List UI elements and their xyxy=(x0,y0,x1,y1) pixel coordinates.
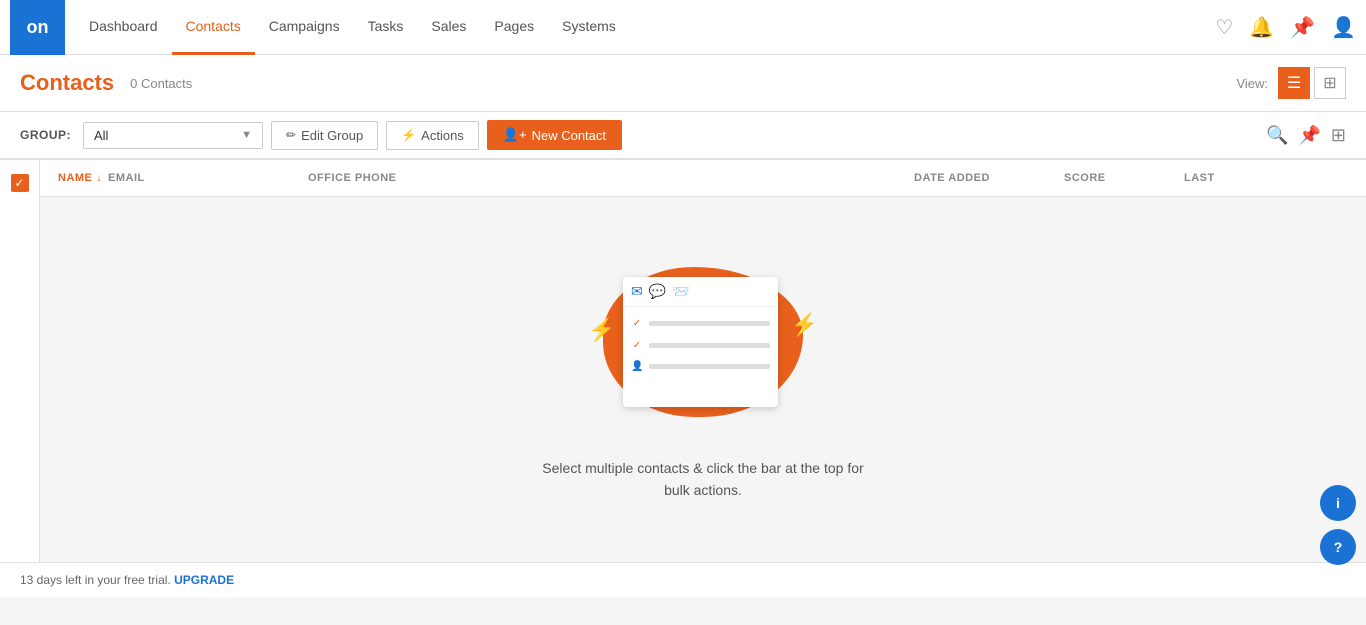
page-header: Contacts 0 Contacts View: ☰ ⊞ xyxy=(0,55,1366,112)
help-icon: ? xyxy=(1334,539,1343,555)
page-title: Contacts xyxy=(20,70,114,96)
col-email: EMAIL xyxy=(100,160,300,196)
trial-text: 13 days left in your free trial. xyxy=(20,573,171,587)
group-select-value: All xyxy=(94,128,108,143)
nav-pages[interactable]: Pages xyxy=(480,0,548,55)
view-toggle: View: ☰ ⊞ xyxy=(1236,67,1346,99)
bell-icon[interactable]: 🔔 xyxy=(1249,15,1274,40)
search-icon[interactable]: 🔍 xyxy=(1266,125,1288,146)
app-logo[interactable]: on xyxy=(10,0,65,55)
columns-icon[interactable]: ⊞ xyxy=(1331,125,1346,146)
nav-contacts[interactable]: Contacts xyxy=(172,0,255,55)
chevron-down-icon: ▼ xyxy=(241,129,252,141)
nav-campaigns[interactable]: Campaigns xyxy=(255,0,354,55)
card-person-icon: 👤 xyxy=(631,361,643,372)
card-row-1: ✓ xyxy=(631,317,770,329)
page-header-left: Contacts 0 Contacts xyxy=(20,70,192,96)
view-label: View: xyxy=(1236,76,1268,91)
contact-card-illustration: ✉ 💬 📨 ✓ ✓ 👤 xyxy=(623,277,778,407)
pencil-icon: ✏ xyxy=(286,128,296,142)
checkbox-sidebar: ✓ xyxy=(0,160,40,562)
col-name[interactable]: NAME ↓ xyxy=(50,160,100,196)
view-grid-button[interactable]: ⊞ xyxy=(1314,67,1346,99)
select-all-checkbox[interactable]: ✓ xyxy=(11,174,29,192)
empty-state: ⚡ ⚡ ✉ 💬 📨 ✓ ✓ xyxy=(40,197,1366,562)
col-score: SCORE xyxy=(1056,160,1176,196)
toolbar-right: 🔍 📌 ⊞ xyxy=(1266,125,1346,146)
card-line-1 xyxy=(649,321,770,326)
lightning-right-icon: ⚡ xyxy=(791,312,818,338)
card-header: ✉ 💬 📨 xyxy=(623,277,778,307)
info-icon: i xyxy=(1336,495,1340,511)
nav-dashboard[interactable]: Dashboard xyxy=(75,0,172,55)
bottom-bar: 13 days left in your free trial. UPGRADE xyxy=(0,562,1366,597)
filter-pin-icon[interactable]: 📌 xyxy=(1298,125,1320,146)
table-header: NAME ↓ EMAIL OFFICE PHONE DATE ADDED SCO… xyxy=(40,160,1366,197)
grid-view-icon: ⊞ xyxy=(1323,73,1336,93)
card-check-1: ✓ xyxy=(631,317,643,329)
card-row-2: ✓ xyxy=(631,339,770,351)
new-contact-button[interactable]: 👤+ New Contact xyxy=(487,120,622,150)
user-avatar-icon[interactable]: 👤 xyxy=(1331,15,1356,40)
info-fab-button[interactable]: i xyxy=(1320,485,1356,521)
floating-buttons: i ? xyxy=(1320,485,1356,565)
heart-icon[interactable]: ♡ xyxy=(1215,15,1233,40)
contacts-count: 0 Contacts xyxy=(130,76,192,91)
card-check-2: ✓ xyxy=(631,339,643,351)
pin-icon[interactable]: 📌 xyxy=(1290,15,1315,40)
col-name-label: NAME xyxy=(58,172,92,184)
nav-tasks[interactable]: Tasks xyxy=(354,0,418,55)
nav-right-icons: ♡ 🔔 📌 👤 xyxy=(1215,15,1356,40)
card-body: ✓ ✓ 👤 xyxy=(623,307,778,392)
upgrade-link[interactable]: UPGRADE xyxy=(174,573,234,587)
card-line-3 xyxy=(649,364,770,369)
nav-systems[interactable]: Systems xyxy=(548,0,630,55)
group-select-dropdown[interactable]: All ▼ xyxy=(83,122,263,149)
contacts-table-area: ✓ NAME ↓ EMAIL OFFICE PHONE DATE ADDED S… xyxy=(0,160,1366,562)
col-last: LAST xyxy=(1176,160,1276,196)
nav-sales[interactable]: Sales xyxy=(417,0,480,55)
card-row-3: 👤 xyxy=(631,361,770,372)
inbox-icon: 📨 xyxy=(672,283,689,300)
table-content: NAME ↓ EMAIL OFFICE PHONE DATE ADDED SCO… xyxy=(40,160,1366,562)
add-person-icon: 👤+ xyxy=(503,127,527,143)
actions-label: Actions xyxy=(421,128,464,143)
empty-illustration: ⚡ ⚡ ✉ 💬 📨 ✓ ✓ xyxy=(593,257,813,427)
card-line-2 xyxy=(649,343,770,348)
col-office-phone: OFFICE PHONE xyxy=(300,160,906,196)
nav-links: Dashboard Contacts Campaigns Tasks Sales… xyxy=(75,0,1215,55)
edit-group-button[interactable]: ✏ Edit Group xyxy=(271,121,378,150)
actions-button[interactable]: ⚡ Actions xyxy=(386,121,479,150)
group-label: GROUP: xyxy=(20,128,71,142)
toolbar: GROUP: All ▼ ✏ Edit Group ⚡ Actions 👤+ N… xyxy=(0,112,1366,160)
empty-state-text: Select multiple contacts & click the bar… xyxy=(542,457,863,502)
list-view-icon: ☰ xyxy=(1287,73,1301,93)
col-date-added: DATE ADDED xyxy=(906,160,1056,196)
help-fab-button[interactable]: ? xyxy=(1320,529,1356,565)
lightning-left-icon: ⚡ xyxy=(588,317,615,343)
view-list-button[interactable]: ☰ xyxy=(1278,67,1310,99)
chat-icon: 💬 xyxy=(649,283,666,300)
email-icon: ✉ xyxy=(631,283,643,300)
edit-group-label: Edit Group xyxy=(301,128,363,143)
lightning-icon: ⚡ xyxy=(401,128,416,142)
top-nav: on Dashboard Contacts Campaigns Tasks Sa… xyxy=(0,0,1366,55)
new-contact-label: New Contact xyxy=(532,128,606,143)
